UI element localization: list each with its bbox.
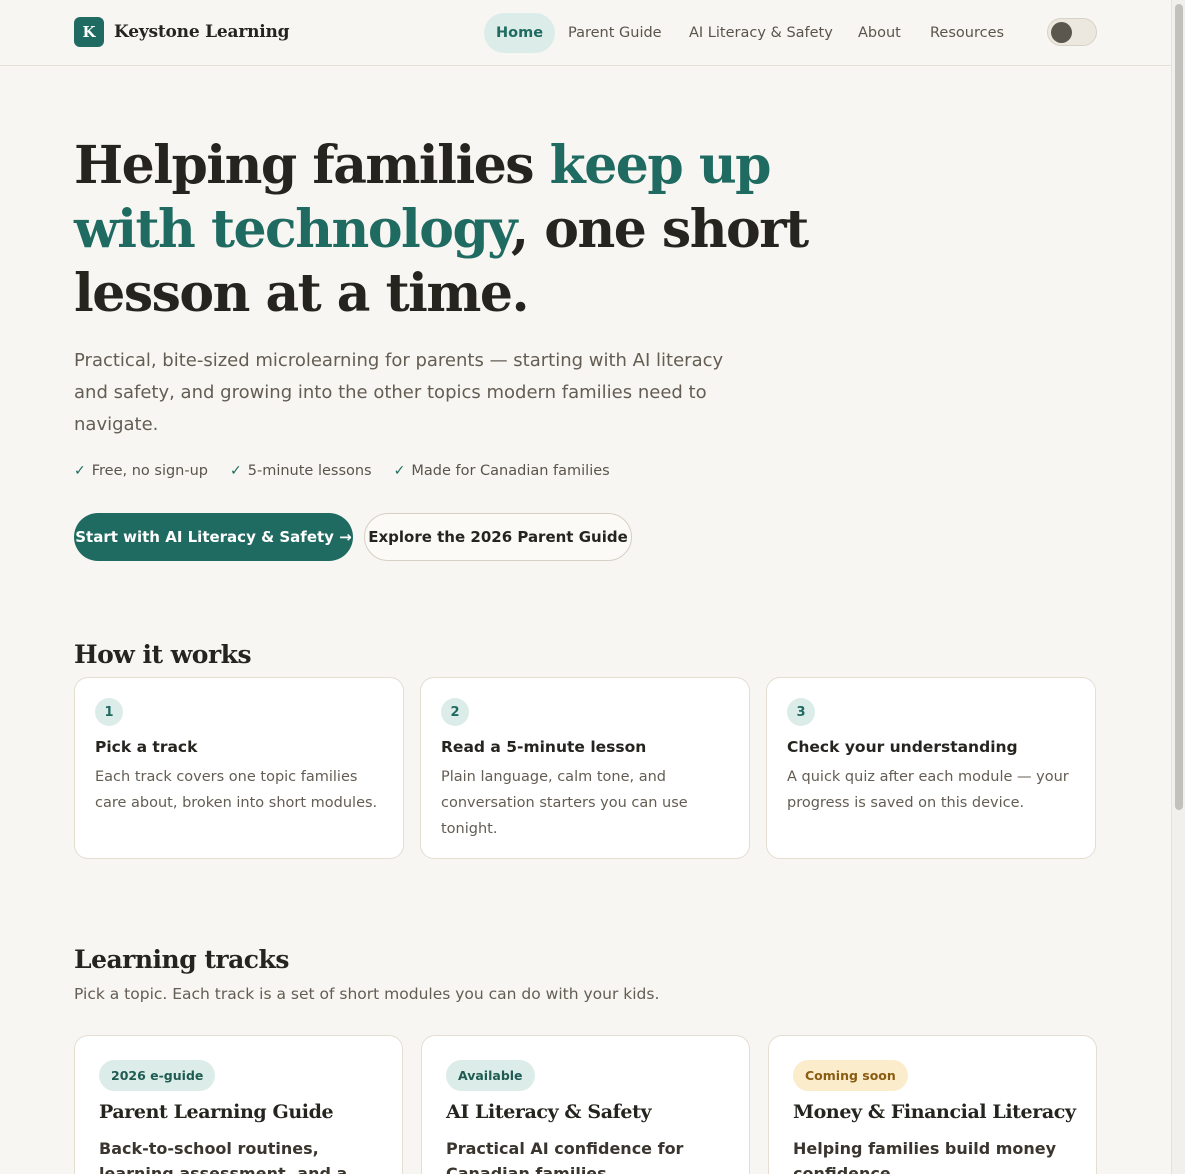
track-title: Money & Financial Literacy — [793, 1101, 1076, 1123]
step-body: Plain language, calm tone, and conversat… — [441, 769, 688, 837]
step-body: A quick quiz after each module — your pr… — [787, 769, 1069, 811]
check-icon: ✓ — [74, 463, 86, 479]
track-description: Practical AI confidence for Canadian fam… — [446, 1139, 684, 1174]
hero-title-part1: Helping families — [74, 135, 550, 196]
track-title: Parent Learning Guide — [99, 1101, 334, 1123]
step-title: Pick a track — [95, 738, 198, 756]
check-icon: ✓ — [230, 463, 242, 479]
nav-parent-guide[interactable]: Parent Guide — [568, 13, 662, 53]
brand-mark-icon: K — [74, 17, 104, 47]
track-card-parent-guide[interactable]: 2026 e-guide Parent Learning Guide Back-… — [74, 1035, 403, 1174]
learning-tracks-subtitle: Pick a topic. Each track is a set of sho… — [74, 985, 660, 1003]
step-card: 1 Pick a track Each track covers one top… — [74, 677, 404, 859]
track-description: Helping families build money confidence — [793, 1139, 1057, 1174]
status-badge: Coming soon — [793, 1060, 908, 1091]
hero-subtitle: Practical, bite-sized microlearning for … — [74, 350, 724, 435]
track-card-ai-literacy[interactable]: Available AI Literacy & Safety Practical… — [421, 1035, 750, 1174]
track-description: Back-to-school routines, learning assess… — [99, 1139, 348, 1174]
step-card: 2 Read a 5-minute lesson Plain language,… — [420, 677, 750, 859]
check-label: Free, no sign-up — [91, 463, 208, 479]
toggle-knob — [1051, 22, 1072, 43]
step-number: 3 — [787, 698, 815, 726]
status-badge: 2026 e-guide — [99, 1060, 216, 1091]
theme-toggle[interactable] — [1047, 18, 1097, 46]
check-item: ✓ Free, no sign-up — [74, 463, 208, 479]
nav-resources[interactable]: Resources — [930, 13, 1004, 53]
nav-ai-literacy-safety[interactable]: AI Literacy & Safety — [689, 13, 833, 53]
nav-home[interactable]: Home — [484, 13, 556, 53]
site-header: K Keystone Learning Home Parent Guide AI… — [0, 0, 1171, 66]
track-card-money-literacy[interactable]: Coming soon Money & Financial Literacy H… — [768, 1035, 1097, 1174]
step-body: Each track covers one topic families car… — [95, 769, 378, 811]
step-title: Check your understanding — [787, 738, 1018, 756]
check-label: 5-minute lessons — [247, 463, 372, 479]
check-item: ✓ Made for Canadian families — [394, 463, 610, 479]
start-ai-literacy-button[interactable]: Start with AI Literacy & Safety → — [74, 513, 353, 561]
page-scrollbar[interactable] — [1171, 0, 1185, 1174]
track-title: AI Literacy & Safety — [446, 1101, 652, 1123]
check-label: Made for Canadian families — [411, 463, 610, 479]
nav-about[interactable]: About — [858, 13, 901, 53]
brand-name: Keystone Learning — [114, 22, 290, 42]
explore-parent-guide-button[interactable]: Explore the 2026 Parent Guide — [364, 513, 632, 561]
hero-title: Helping families keep up with technology… — [74, 134, 874, 326]
brand-logo[interactable]: K Keystone Learning — [74, 17, 290, 47]
check-icon: ✓ — [393, 463, 406, 479]
status-badge: Available — [446, 1060, 535, 1091]
step-number: 1 — [95, 698, 123, 726]
step-number: 2 — [441, 698, 469, 726]
scrollbar-thumb[interactable] — [1175, 4, 1183, 810]
feature-checks: ✓ Free, no sign-up ✓ 5-minute lessons ✓ … — [74, 463, 632, 479]
step-title: Read a 5-minute lesson — [441, 738, 647, 756]
how-it-works-title: How it works — [74, 640, 252, 669]
learning-tracks-title: Learning tracks — [74, 945, 289, 974]
check-item: ✓ 5-minute lessons — [230, 463, 372, 479]
step-card: 3 Check your understanding A quick quiz … — [766, 677, 1096, 859]
